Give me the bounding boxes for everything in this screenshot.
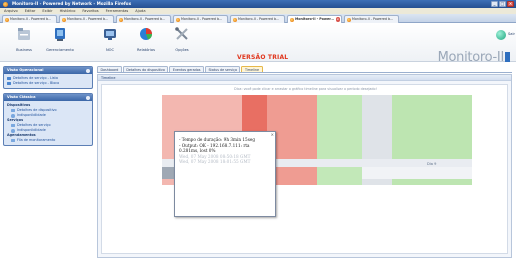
monitor-icon (55, 28, 65, 41)
browser-tab[interactable]: Monitoro-II - Powered b... (230, 15, 285, 23)
browser-tab[interactable]: Monitoro-II - Powered b... (116, 15, 171, 23)
app-toolbar: Business Gerenciamento NOC Relatórios Op… (0, 24, 516, 65)
brand-logo: Monitoro-II (438, 50, 510, 65)
page-icon (175, 17, 180, 22)
sidebar-item-label: Detalhes de dispositivo (17, 108, 57, 112)
browser-tab-label: Monitoro-II - Powered b... (67, 17, 109, 21)
sidebar-item-device-unavailability[interactable]: Indisponibilidade (7, 113, 89, 118)
panel-title: Visão Clássica (7, 95, 36, 99)
timeline-panel-title: Timeline (98, 75, 511, 81)
toolbar-gerenciamento[interactable]: Gerenciamento (40, 26, 80, 58)
tooltip-end-time: Wed, 07 May 2008 18:01:55 GMT (179, 159, 251, 165)
page-icon (289, 17, 294, 22)
sidebar-item-service-block[interactable]: Detalhes de serviço - Bloco (7, 81, 89, 86)
alert-icon (11, 114, 15, 118)
timeline-area[interactable]: Dica: você pode clicar e arrastar o gráf… (101, 84, 508, 254)
window-title: Monitoro-II - Powered by Network - Mozil… (12, 1, 132, 6)
panel-title: Visão Operacional (7, 68, 44, 72)
collapse-icon[interactable] (86, 68, 90, 73)
browser-tab[interactable]: Monitoro-II - Powered b... (344, 15, 399, 23)
sidebar: Visão Operacional Detalhes de serviço - … (3, 66, 93, 258)
exit-button[interactable]: Sair (496, 30, 515, 40)
page-icon (346, 17, 351, 22)
maximize-button[interactable]: □ (499, 1, 506, 7)
trial-banner: VERSÃO TRIAL (237, 54, 289, 61)
timeline-panel: Timeline Dica: você pode clicar e arrast… (97, 74, 512, 258)
business-icon (18, 28, 30, 40)
timeline-scale-light (362, 167, 472, 179)
sidebar-item-label: Fila de monitoramento (17, 138, 56, 142)
browser-tab-label: Monitoro-II - Powered b... (10, 17, 52, 21)
sidebar-item-label: Indisponibilidade (17, 113, 46, 117)
toolbar-label: Opções (175, 48, 189, 52)
tab-timeline[interactable]: Timeline (241, 66, 263, 72)
tab-service-status[interactable]: Status de serviço (204, 66, 241, 72)
panel-body: Detalhes de serviço - Lista Detalhes de … (4, 74, 92, 88)
panel-visao-operacional: Visão Operacional Detalhes de serviço - … (3, 66, 93, 89)
browser-tab-label: Monitoro-II - Powered b... (181, 17, 223, 21)
minimize-button[interactable]: _ (491, 1, 498, 7)
panel-header[interactable]: Visão Operacional (4, 67, 92, 74)
panel-header[interactable]: Visão Clássica (4, 94, 92, 101)
noc-icon (104, 29, 116, 40)
exit-icon (496, 30, 506, 40)
window-titlebar: Monitoro-II - Powered by Network - Mozil… (0, 0, 516, 8)
browser-tab[interactable]: Monitoro-II - Powered b... (173, 15, 228, 23)
timeline-hint: Dica: você pode clicar e arrastar o gráf… (234, 87, 377, 91)
main-content: Dashboard Detalhes do dispositivo Evento… (97, 66, 512, 258)
browser-tab-active[interactable]: Monitoro-II - Power... × (287, 15, 342, 23)
queue-icon (11, 139, 15, 142)
page-icon (232, 17, 237, 22)
page-icon (4, 17, 9, 22)
brand-text: Monitoro-II (437, 50, 505, 65)
close-tab-icon[interactable]: × (335, 17, 340, 22)
panel-visao-classica: Visão Clássica Dispositivos Detalhes de … (3, 93, 93, 146)
sidebar-item-label: Detalhes de serviço (17, 123, 51, 127)
service-icon (11, 124, 15, 127)
alert-icon (11, 129, 15, 133)
browser-tab-label: Monitoro-II - Powered b... (238, 17, 280, 21)
sidebar-item-service-unavailability[interactable]: Indisponibilidade (7, 128, 89, 133)
firefox-icon (3, 1, 8, 7)
tab-device-details[interactable]: Detalhes do dispositivo (122, 66, 169, 72)
device-icon (11, 109, 15, 112)
toolbar-noc[interactable]: NOC (90, 26, 130, 58)
browser-tab[interactable]: Monitoro-II - Powered b... (2, 15, 57, 23)
timeline-segment-ok[interactable] (317, 95, 362, 185)
pie-chart-icon (140, 28, 152, 40)
sidebar-item-label: Detalhes de serviço - Lista (13, 76, 58, 80)
toolbar-label: NOC (105, 48, 115, 52)
panel-body: Dispositivos Detalhes de dispositivo Ind… (4, 101, 92, 145)
grid-icon (7, 82, 11, 85)
sidebar-item-label: Detalhes de serviço - Bloco (13, 81, 60, 85)
window-controls: _ □ × (491, 1, 514, 7)
page-icon (61, 17, 66, 22)
close-window-button[interactable]: × (507, 1, 514, 7)
browser-tab-bar: Monitoro-II - Powered b... Monitoro-II -… (0, 14, 516, 23)
collapse-icon[interactable] (86, 95, 90, 100)
tools-icon (175, 27, 188, 40)
tooltip-close-icon[interactable]: × (271, 132, 274, 137)
list-icon (7, 77, 11, 80)
page-icon (118, 17, 123, 22)
browser-tab-label: Monitoro-II - Powered b... (352, 17, 394, 21)
day-label: Dia 9 (427, 162, 437, 166)
browser-tab[interactable]: Monitoro-II - Powered b... (59, 15, 114, 23)
browser-tab-label: Monitoro-II - Powered b... (124, 17, 166, 21)
event-tooltip: × - Tempo de duração: 9h 3min 15seg - Ou… (174, 131, 276, 217)
tab-generated-events[interactable]: Eventos gerados (169, 66, 204, 72)
toolbar-label: Relatórios (137, 48, 155, 52)
sidebar-item-label: Indisponibilidade (17, 128, 46, 132)
toolbar-label: Business (16, 48, 32, 52)
sidebar-item-monitoring-queue[interactable]: Fila de monitoramento (7, 138, 89, 143)
toolbar-relatorios[interactable]: Relatórios (126, 26, 166, 58)
content-tabs: Dashboard Detalhes do dispositivo Evento… (97, 66, 512, 73)
browser-tab-label: Monitoro-II - Power... (295, 17, 335, 21)
brand-mark (505, 52, 510, 62)
tab-dashboard[interactable]: Dashboard (97, 66, 122, 72)
toolbar-opcoes[interactable]: Opções (162, 26, 202, 58)
toolbar-business[interactable]: Business (4, 26, 44, 58)
exit-label: Sair (508, 32, 515, 36)
toolbar-label: Gerenciamento (46, 48, 74, 52)
